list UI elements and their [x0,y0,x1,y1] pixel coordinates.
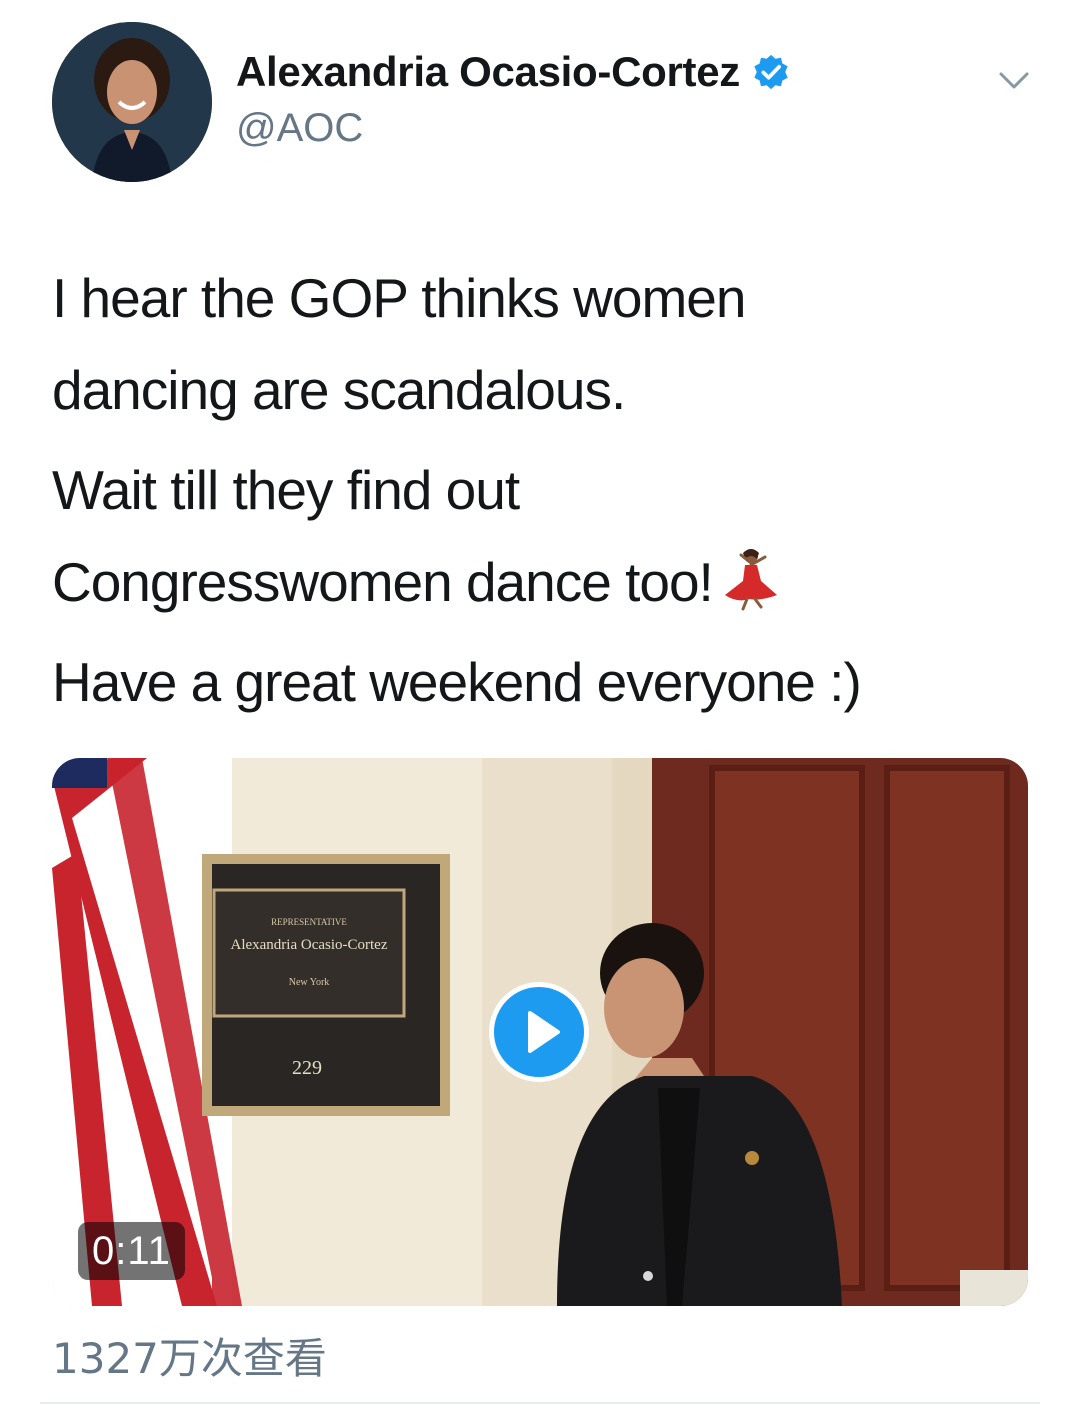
author-handle[interactable]: @AOC [236,106,790,151]
tweet-line-with-emoji: Congresswomen dance too! [52,536,1032,628]
tweet-line: Wait till they find out [52,459,520,521]
display-name-row: Alexandria Ocasio-Cortez [236,48,790,96]
tweet-line: Congresswomen dance too! [52,551,714,613]
woman-dancing-emoji-icon [724,549,777,611]
tweet-text: I hear the GOP thinks women dancing are … [52,252,1032,728]
room-plaque: REPRESENTATIVE Alexandria Ocasio-Cortez … [202,854,450,1116]
plaque-title: REPRESENTATIVE [271,917,347,927]
plaque-state: New York [289,977,330,988]
avatar[interactable] [52,22,212,182]
chevron-down-icon[interactable] [996,62,1032,98]
play-button[interactable] [489,982,589,1082]
play-icon [528,1011,560,1053]
author-names: Alexandria Ocasio-Cortez @AOC [236,48,790,151]
tweet-line: I hear the GOP thinks women [52,267,746,329]
plaque-room: 229 [292,1057,322,1079]
tweet-line: dancing are scandalous. [52,359,626,421]
tweet-line-wrap: Wait till they find out [52,444,1032,536]
divider [40,1402,1040,1404]
video-player[interactable]: REPRESENTATIVE Alexandria Ocasio-Cortez … [52,758,1028,1306]
display-name[interactable]: Alexandria Ocasio-Cortez [236,48,740,96]
tweet-line-wrap: Have a great weekend everyone :) [52,636,1032,728]
view-count: 1327万次查看 [52,1334,327,1383]
verified-badge-icon [754,54,788,90]
tweet-header: Alexandria Ocasio-Cortez @AOC [52,22,1042,187]
plaque-name: Alexandria Ocasio-Cortez [230,937,387,953]
avatar-image [52,22,212,182]
tweet-line: Have a great weekend everyone :) [52,651,862,713]
video-duration-badge: 0:11 [78,1222,185,1280]
